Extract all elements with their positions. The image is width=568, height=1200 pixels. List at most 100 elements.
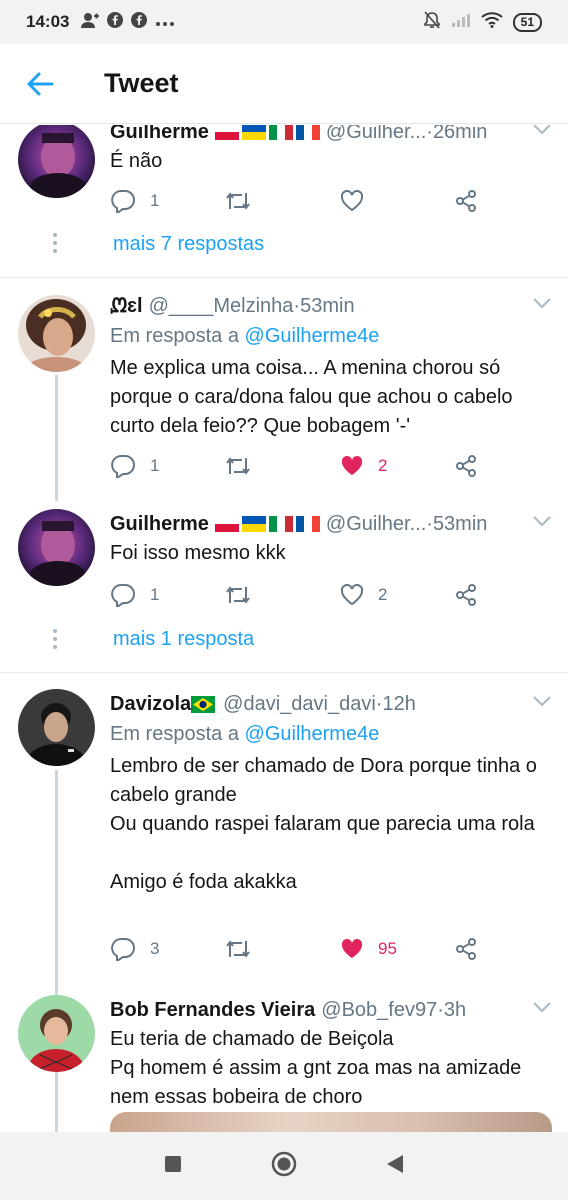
reply-count: 1	[150, 585, 160, 604]
add-contact-icon	[81, 12, 100, 32]
author-name[interactable]: Guilherme	[110, 125, 209, 144]
share-icon	[456, 584, 476, 606]
tweet-time[interactable]: 3h	[444, 999, 466, 1022]
thread-line	[55, 375, 58, 501]
tweet-text: Lembro de ser chamado de Dora porque tin…	[110, 755, 537, 893]
show-more-replies-link[interactable]: mais 1 resposta	[113, 628, 254, 651]
system-back-button[interactable]	[386, 1154, 404, 1179]
mention-link[interactable]: @Guilherme4e	[245, 723, 380, 745]
author-handle[interactable]: @Guilher...	[326, 513, 426, 536]
retweet-icon	[226, 192, 250, 210]
reply-prefix: Em resposta a	[110, 723, 245, 745]
ukraine-flag-icon	[241, 516, 266, 532]
system-nav-bar	[0, 1132, 568, 1200]
poland-flag-icon	[214, 125, 239, 140]
app-bar: Tweet	[0, 44, 568, 124]
avatar[interactable]	[18, 509, 95, 586]
author-name[interactable]: Davizola	[110, 693, 191, 716]
reply-button[interactable]: 1	[110, 189, 159, 213]
retweet-icon	[226, 940, 250, 958]
tweet-time[interactable]: 53min	[300, 295, 354, 318]
share-button[interactable]	[454, 454, 478, 478]
like-button[interactable]: 2	[340, 455, 387, 477]
france-flag-icon	[295, 516, 320, 532]
tweet[interactable]: Bob Fernandes Vieira @Bob_fev97 · 3h Eu …	[110, 997, 552, 1112]
divider	[0, 277, 568, 278]
battery-indicator: 51	[512, 12, 542, 32]
ukraine-flag-icon	[241, 125, 266, 140]
author-name[interactable]: Bob Fernandes Vieira	[110, 999, 315, 1022]
chevron-down-icon[interactable]	[532, 1001, 552, 1013]
separator: ·	[293, 294, 301, 317]
share-button[interactable]	[454, 937, 478, 961]
reply-button[interactable]: 1	[110, 583, 159, 607]
avatar[interactable]	[18, 689, 95, 766]
reply-count: 1	[150, 191, 160, 210]
avatar[interactable]	[18, 125, 95, 198]
author-handle[interactable]: @Guilher...	[326, 125, 426, 144]
author-handle[interactable]: @davi_davi_davi	[223, 693, 376, 716]
like-count: 2	[378, 456, 388, 475]
bell-muted-icon	[423, 10, 441, 34]
avatar[interactable]	[18, 295, 95, 372]
retweet-icon	[226, 457, 250, 475]
heart-filled-icon	[341, 938, 363, 958]
tweet-text: Foi isso mesmo kkk	[110, 542, 286, 564]
tweet-time[interactable]: 12h	[382, 693, 415, 716]
like-button[interactable]: 2	[340, 584, 387, 606]
retweet-icon	[226, 586, 250, 604]
share-button[interactable]	[454, 583, 478, 607]
tweet[interactable]: Davizola @davi_davi_davi · 12h Em respos…	[110, 691, 552, 897]
retweet-button[interactable]	[224, 190, 266, 212]
like-button[interactable]	[340, 190, 378, 212]
thread-line	[55, 770, 58, 1132]
reply-count: 1	[150, 456, 160, 475]
author-handle[interactable]: @____Melzinha	[149, 295, 294, 318]
reply-prefix: Em resposta a	[110, 325, 245, 347]
retweet-button[interactable]	[224, 455, 266, 477]
separator: ·	[437, 998, 444, 1021]
circle-icon	[271, 1151, 297, 1176]
reply-icon	[111, 455, 135, 478]
reply-icon	[111, 190, 135, 213]
flag-emojis	[214, 125, 320, 140]
home-button[interactable]	[271, 1151, 297, 1182]
chevron-down-icon[interactable]	[532, 695, 552, 707]
tweet-actions: 1 2	[110, 451, 510, 481]
tweet[interactable]: Guilherme @Guilher... · 53min Foi isso m…	[110, 511, 552, 568]
separator: ·	[375, 692, 383, 715]
brazil-flag-icon	[191, 695, 216, 713]
thread-dots	[53, 233, 57, 253]
square-icon	[165, 1155, 182, 1172]
reply-button[interactable]: 1	[110, 454, 159, 478]
avatar[interactable]	[18, 995, 95, 1072]
chevron-down-icon[interactable]	[532, 515, 552, 527]
retweet-button[interactable]	[224, 938, 266, 960]
like-button[interactable]: 95	[340, 938, 397, 960]
france-flag-icon	[295, 125, 320, 140]
triangle-back-icon	[386, 1154, 403, 1173]
share-button[interactable]	[454, 189, 478, 213]
show-more-replies-link[interactable]: mais 7 respostas	[113, 233, 264, 256]
divider	[0, 672, 568, 673]
tweet[interactable]: ᘻɛl @____Melzinha · 53min Em resposta a …	[110, 293, 552, 441]
reply-button[interactable]: 3	[110, 937, 159, 961]
tweet-time[interactable]: 26min	[433, 125, 487, 144]
share-icon	[456, 938, 476, 960]
separator: ·	[426, 512, 433, 535]
back-button[interactable]	[0, 44, 80, 124]
reply-count: 3	[150, 939, 160, 958]
mention-link[interactable]: @Guilherme4e	[245, 325, 380, 347]
replies-feed[interactable]: Guilherme @Guilher... · 26min É não 1 ma…	[0, 125, 568, 1132]
separator: ·	[426, 125, 433, 143]
tweet-time[interactable]: 53min	[433, 513, 487, 536]
recents-button[interactable]	[164, 1155, 182, 1178]
retweet-button[interactable]	[224, 584, 266, 606]
chevron-down-icon[interactable]	[532, 125, 552, 135]
chevron-down-icon[interactable]	[532, 297, 552, 309]
author-handle[interactable]: @Bob_fev97	[321, 999, 437, 1022]
tweet-text: Eu teria de chamado de Beiçola Pq homem …	[110, 1028, 522, 1108]
tweet-actions: 1	[110, 186, 510, 216]
author-name[interactable]: Guilherme	[110, 513, 209, 536]
author-name[interactable]: ᘻɛl	[110, 295, 143, 318]
